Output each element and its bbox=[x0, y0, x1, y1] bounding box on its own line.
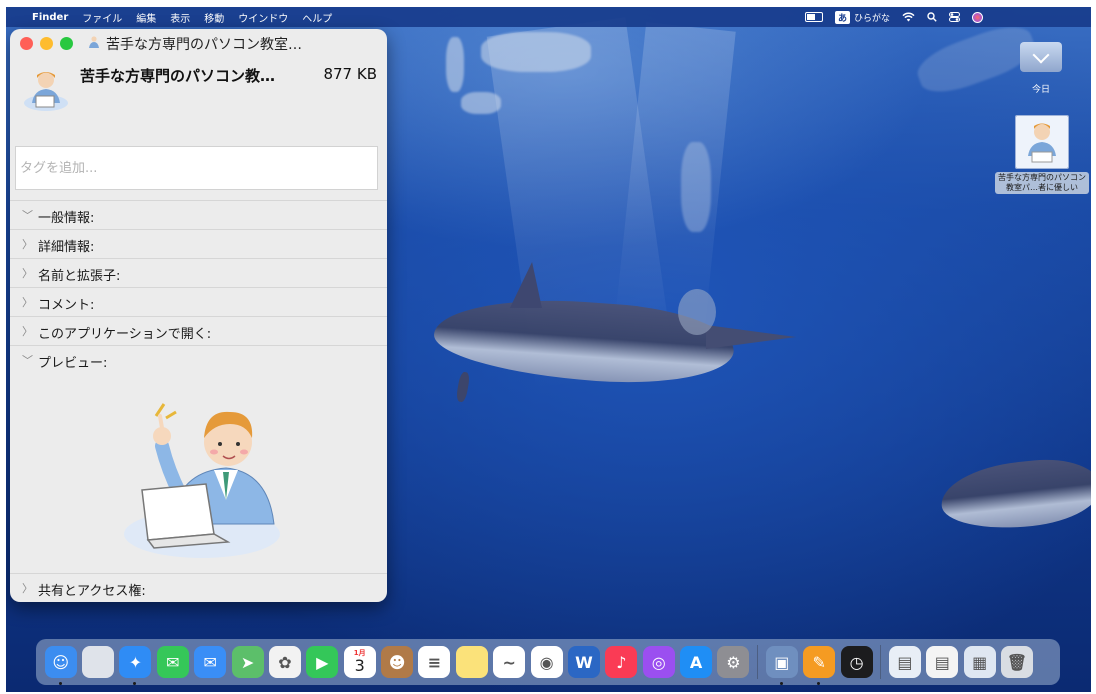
desktop: Finder ファイル 編集 表示 移動 ウインドウ ヘルプ あ ひらがな 今日… bbox=[6, 7, 1091, 692]
dock-separator bbox=[757, 645, 759, 679]
siri-icon[interactable] bbox=[972, 11, 983, 23]
section-preview[interactable]: ﹀ プレビュー: bbox=[10, 345, 387, 374]
menu-file[interactable]: ファイル bbox=[82, 10, 122, 25]
section-general[interactable]: ﹀ 一般情報: bbox=[10, 200, 387, 229]
zoom-button[interactable] bbox=[60, 37, 73, 50]
section-open-with[interactable]: 〉 このアプリケーションで開く: bbox=[10, 316, 387, 345]
preview-image bbox=[110, 374, 290, 564]
dock-launchpad-icon[interactable] bbox=[82, 646, 115, 678]
minimize-button[interactable] bbox=[40, 37, 53, 50]
dock-music-icon[interactable]: ♪ bbox=[605, 646, 638, 678]
calendar-day: 3 bbox=[354, 656, 365, 675]
dock-recent-document-2-icon[interactable]: ▦ bbox=[963, 646, 996, 678]
dock-messages-icon[interactable]: ✉ bbox=[156, 646, 189, 678]
section-general-label: 一般情報: bbox=[38, 211, 95, 226]
chevron-right-icon: 〉 bbox=[22, 296, 33, 309]
dock-pages-icon[interactable]: ✎ bbox=[803, 646, 836, 685]
desktop-item-file[interactable]: 苦手な方専門のパソコン教室パ…者に優しい bbox=[994, 115, 1090, 194]
dock-separator bbox=[880, 645, 882, 679]
ime-badge: あ bbox=[834, 10, 850, 24]
section-sharing-permissions-label: 共有とアクセス権: bbox=[38, 584, 146, 599]
input-method-menu[interactable]: あ ひらがな bbox=[834, 10, 890, 24]
dock-system-settings-icon[interactable]: ⚙ bbox=[717, 646, 750, 678]
section-more-info-label: 詳細情報: bbox=[38, 240, 95, 255]
chevron-right-icon: 〉 bbox=[22, 582, 33, 595]
section-more-info[interactable]: 〉 詳細情報: bbox=[10, 229, 387, 258]
dock-notes-icon[interactable] bbox=[455, 646, 488, 678]
section-name-extension-label: 名前と拡張子: bbox=[38, 269, 121, 284]
dock-app-store-icon[interactable]: A bbox=[680, 646, 713, 678]
dock-finder-icon[interactable]: ☺ bbox=[44, 646, 77, 685]
tag-input[interactable] bbox=[15, 146, 378, 190]
section-comments-label: コメント: bbox=[38, 298, 95, 313]
menu-help[interactable]: ヘルプ bbox=[302, 10, 332, 25]
chevron-down-icon: ﹀ bbox=[22, 209, 33, 222]
dock-safari-icon[interactable]: ✦ bbox=[119, 646, 152, 685]
running-indicator bbox=[817, 682, 821, 685]
desktop-item-today-label: 今日 bbox=[1031, 85, 1050, 95]
dock-mail-icon[interactable]: ✉ bbox=[194, 646, 227, 678]
dock-contacts-icon[interactable]: ☻ bbox=[381, 646, 414, 678]
dock-calendar-icon[interactable]: 1月 3 bbox=[343, 646, 376, 678]
section-sharing-permissions[interactable]: 〉 共有とアクセス権: bbox=[10, 573, 387, 602]
dock-downloads-stack-icon[interactable]: ▤ bbox=[888, 646, 921, 678]
ime-label: ひらがな bbox=[853, 13, 890, 24]
dock-recent-document-1-icon[interactable]: ▤ bbox=[926, 646, 959, 678]
spotlight-icon[interactable] bbox=[927, 12, 937, 22]
get-info-window: 苦手な方専門のパソコン教室… 苦手な方専門のパソコン教… 877 KB ﹀ 一般… bbox=[10, 29, 387, 602]
window-titlebar[interactable]: 苦手な方専門のパソコン教室… bbox=[10, 29, 387, 57]
chevron-right-icon: 〉 bbox=[22, 325, 33, 338]
section-name-extension[interactable]: 〉 名前と拡張子: bbox=[10, 258, 387, 287]
section-comments[interactable]: 〉 コメント: bbox=[10, 287, 387, 316]
section-preview-label: プレビュー: bbox=[38, 356, 108, 371]
desktop-item-today[interactable]: 今日 bbox=[1017, 42, 1065, 95]
dock: ☺ ✦ ✉ ✉ ➤ ✿ ▶ 1月 3 ☻ ≡ ~ ◉ W ♪ ◎ A ⚙ ▣ ✎ ◷ ▤ ▤ ▦ 🗑 bbox=[36, 639, 1060, 685]
dock-photos-icon[interactable]: ✿ bbox=[268, 646, 301, 678]
dock-preview-icon[interactable]: ▣ bbox=[765, 646, 798, 685]
menu-window[interactable]: ウインドウ bbox=[238, 10, 288, 25]
chevron-down-icon: ﹀ bbox=[22, 354, 33, 367]
file-size: 877 KB bbox=[323, 65, 377, 83]
dock-chrome-icon[interactable]: ◉ bbox=[530, 646, 563, 678]
dock-word-icon[interactable]: W bbox=[567, 646, 600, 678]
window-title: 苦手な方専門のパソコン教室… bbox=[106, 37, 302, 53]
menu-view[interactable]: 表示 bbox=[170, 10, 190, 25]
running-indicator bbox=[58, 682, 62, 685]
chevron-right-icon: 〉 bbox=[22, 238, 33, 251]
wifi-icon[interactable] bbox=[902, 12, 915, 22]
dock-facetime-icon[interactable]: ▶ bbox=[306, 646, 339, 678]
control-center-icon[interactable] bbox=[949, 12, 960, 22]
dock-reminders-icon[interactable]: ≡ bbox=[418, 646, 451, 678]
drive-icon bbox=[1020, 42, 1062, 72]
running-indicator bbox=[779, 682, 783, 685]
running-indicator bbox=[133, 682, 137, 685]
file-name: 苦手な方専門のパソコン教… bbox=[80, 67, 276, 85]
dock-trash-icon[interactable]: 🗑 bbox=[1001, 646, 1034, 678]
section-open-with-label: このアプリケーションで開く: bbox=[38, 327, 212, 342]
battery-icon[interactable] bbox=[804, 12, 823, 22]
file-preview-icon bbox=[22, 65, 70, 113]
menu-edit[interactable]: 編集 bbox=[136, 10, 156, 25]
dock-maps-icon[interactable]: ➤ bbox=[231, 646, 264, 678]
desktop-item-file-label: 苦手な方専門のパソコン教室パ…者に優しい bbox=[995, 172, 1089, 194]
close-button[interactable] bbox=[20, 37, 33, 50]
menu-go[interactable]: 移動 bbox=[204, 10, 224, 25]
info-header: 苦手な方専門のパソコン教… 877 KB bbox=[10, 57, 387, 123]
chevron-right-icon: 〉 bbox=[22, 267, 33, 280]
document-proxy-icon[interactable] bbox=[88, 35, 100, 52]
menu-finder[interactable]: Finder bbox=[32, 12, 68, 23]
dock-clock-icon[interactable]: ◷ bbox=[840, 646, 873, 678]
file-thumbnail-icon bbox=[1015, 115, 1069, 169]
dock-podcasts-icon[interactable]: ◎ bbox=[642, 646, 675, 678]
dock-freeform-icon[interactable]: ~ bbox=[493, 646, 526, 678]
menu-bar: Finder ファイル 編集 表示 移動 ウインドウ ヘルプ あ ひらがな bbox=[6, 7, 1091, 27]
